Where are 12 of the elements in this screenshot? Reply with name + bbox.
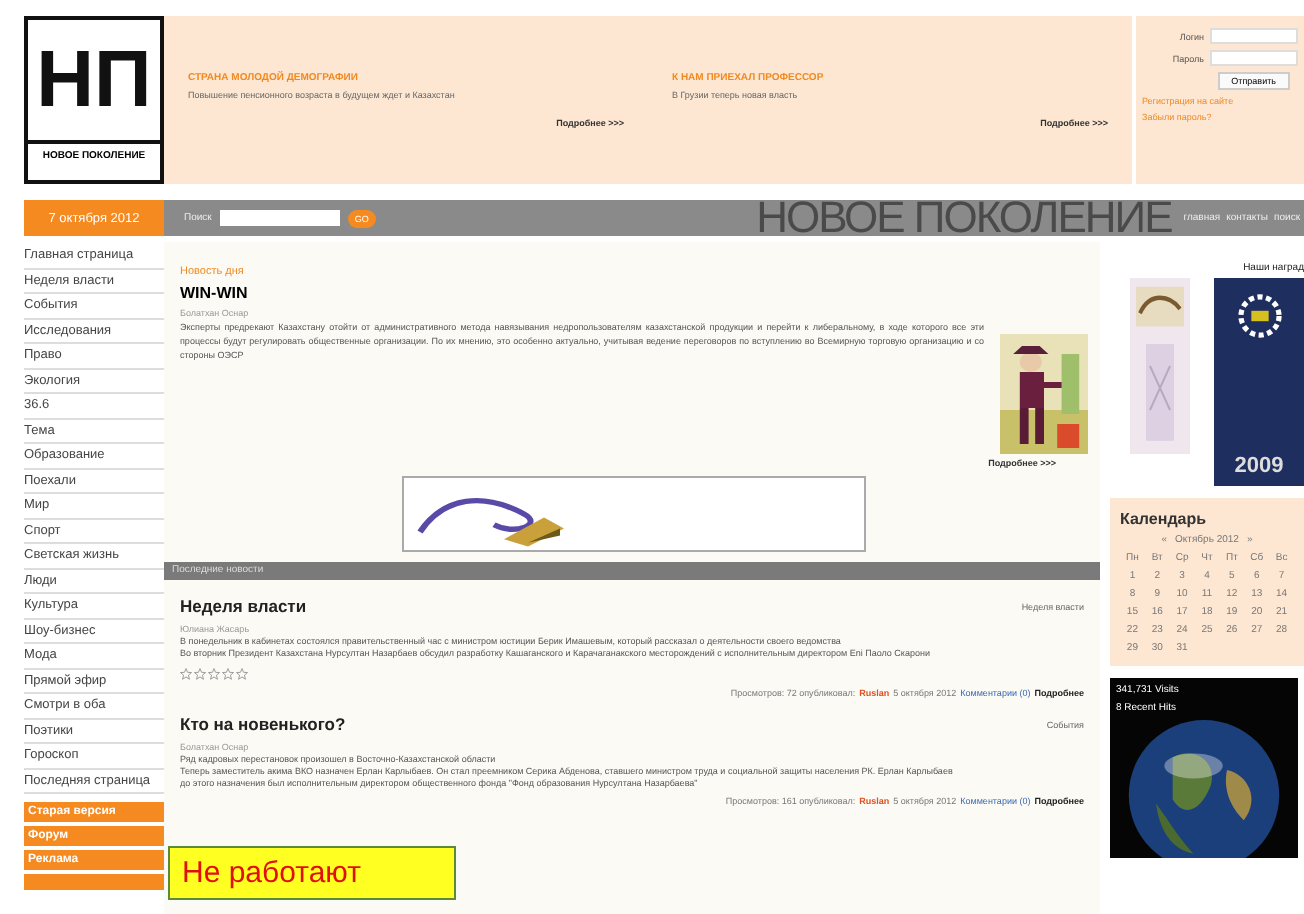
input-field[interactable]: [1210, 50, 1298, 66]
award-year: 2009: [1234, 454, 1284, 478]
article-title[interactable]: Кто на новенького?: [180, 714, 346, 734]
article-title[interactable]: Неделя власти: [180, 596, 307, 616]
input-field[interactable]: [1210, 28, 1298, 44]
calendar-title: Календарь: [1120, 510, 1209, 528]
stars-emblem-icon: [1233, 290, 1285, 342]
article-title: WIN-WIN: [180, 284, 250, 302]
search-field[interactable]: [219, 210, 340, 226]
sidebar-button[interactable]: [24, 874, 164, 890]
banner-title: НОВОЕ ПОКОЛЕНИЕ: [756, 200, 1172, 236]
notice-label: Не работают: [168, 846, 456, 900]
